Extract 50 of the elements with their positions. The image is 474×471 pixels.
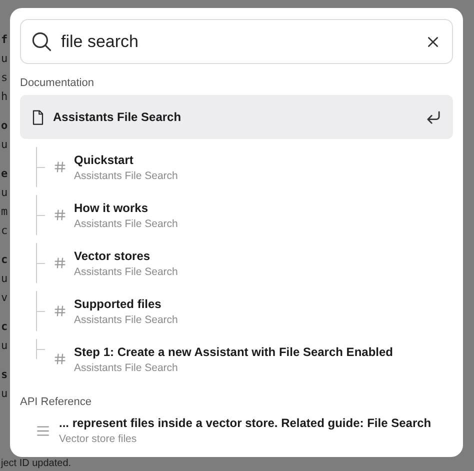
background-text: ject ID updated. [1,458,72,470]
section-label: API Reference [20,396,93,408]
background-text: c [0,252,8,268]
search-result[interactable]: ... represent files inside a vector store. Related guide: File Search Vector store files [20,414,453,447]
list-icon [36,426,50,436]
result-subtitle: Assistants File Search [74,170,178,182]
background-text: o [0,118,8,134]
search-result[interactable]: Quickstart Assistants File Search [36,143,453,191]
document-icon [32,110,44,124]
background-text: f [0,32,8,48]
result-title: ... represent files inside a vector store. Related guide: File Search [59,416,432,430]
background-text: u [0,271,8,287]
search-result[interactable]: Step 1: Create a new Assistant with File Search Enabled Assistants File Search [36,335,453,383]
result-subtitle: Vector store files [59,433,138,445]
hash-icon [54,161,66,173]
result-title: How it works [74,200,150,214]
result-subtitle: Assistants File Search [74,266,178,278]
background-text: u [0,137,8,153]
hash-icon [54,257,66,269]
hash-icon [54,353,66,365]
background-text: s [0,367,8,383]
background-text: u [0,185,8,201]
search-result[interactable]: Supported files Assistants File Search [36,287,453,335]
background-text: c [0,223,8,239]
background-text: u [0,386,8,402]
result-title: Vector stores [74,248,152,262]
search-result[interactable]: Vector stores Assistants File Search [36,239,453,287]
section-label: Documentation [20,77,95,89]
close-icon[interactable] [427,36,439,48]
background-text: u [0,338,8,354]
result-title: Assistants File Search [53,110,182,124]
background-text: c [0,319,8,335]
hash-icon [54,209,66,221]
result-title: Step 1: Create a new Assistant with File Search Enabled [74,344,393,358]
result-subtitle: Assistants File Search [74,362,179,374]
result-title: Supported files [74,296,162,310]
search-result[interactable]: How it works Assistants File Search [36,191,453,239]
search-field[interactable]: file search [20,19,453,64]
result-subtitle: Assistants File Search [74,218,178,230]
enter-icon [426,110,441,124]
background-text: e [0,166,8,182]
result-title: Quickstart [74,152,134,166]
background-text: h [0,89,8,105]
background-text: v [0,290,8,306]
hash-icon [54,305,66,317]
background-text: m [0,204,8,220]
search-result[interactable]: Assistants File Search [20,95,453,139]
background-text: u [0,51,8,67]
background-text: s [0,70,8,86]
result-subtitle: Assistants File Search [74,314,178,326]
